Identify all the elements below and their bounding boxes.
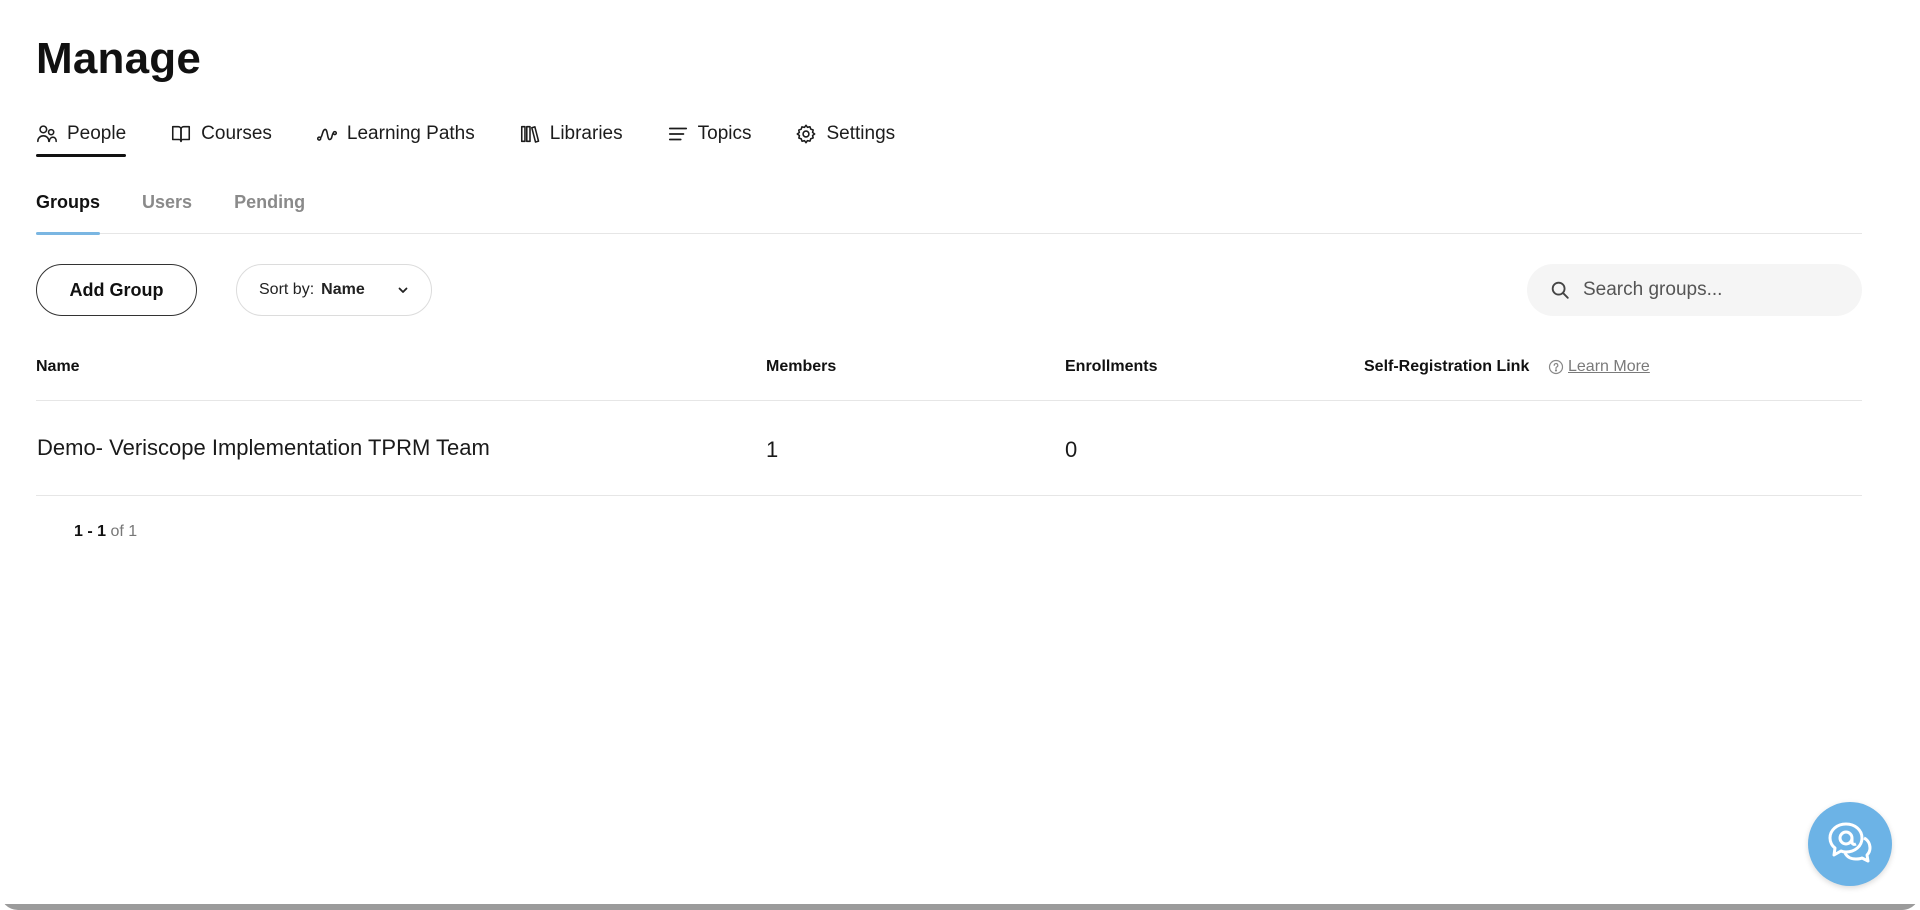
learn-more-link[interactable]: Learn More [1568, 358, 1650, 376]
main-nav: People Courses Learning Paths Libraries … [36, 117, 939, 157]
people-icon [36, 123, 58, 145]
nav-item-topics[interactable]: Topics [667, 117, 752, 151]
column-header-self-registration: Self-Registration Link [1364, 358, 1530, 375]
nav-item-people[interactable]: People [36, 117, 127, 157]
column-header-enrollments[interactable]: Enrollments [1065, 358, 1157, 376]
page-title: Manage [36, 34, 202, 83]
enrollments-cell: 0 [1065, 437, 1078, 462]
path-icon [316, 123, 338, 145]
nav-label-learning-paths: Learning Paths [346, 123, 475, 144]
members-cell: 1 [766, 437, 779, 462]
sort-dropdown[interactable]: Sort by: Name [236, 264, 432, 316]
tab-groups[interactable]: Groups [36, 192, 101, 235]
nav-item-learning-paths[interactable]: Learning Paths [316, 117, 475, 151]
sort-prefix-label: Sort by: [259, 281, 315, 298]
chat-support-button[interactable] [1808, 802, 1892, 886]
table-row[interactable]: Demo- Veriscope Implementation TPRM Team… [36, 401, 1862, 496]
column-header-members[interactable]: Members [766, 358, 836, 376]
pagination-summary: 1 - 1 of 1 [74, 523, 137, 541]
book-icon [170, 123, 192, 145]
tab-pending[interactable]: Pending [234, 192, 305, 234]
libraries-icon [519, 123, 541, 145]
pagination-range: 1 - 1 [74, 523, 107, 540]
help-icon [1548, 359, 1564, 375]
pagination-total: of 1 [110, 523, 138, 540]
gear-icon [795, 123, 817, 145]
learn-more: Learn More [1548, 358, 1650, 376]
sort-value: Name [321, 281, 365, 298]
nav-item-courses[interactable]: Courses [170, 117, 272, 151]
nav-label-courses: Courses [201, 123, 272, 144]
toolbar: Add Group Sort by: Name [36, 264, 1862, 316]
add-group-button[interactable]: Add Group [36, 264, 197, 316]
nav-label-settings: Settings [826, 123, 896, 144]
nav-label-libraries: Libraries [549, 123, 623, 144]
sub-tabs: Groups Users Pending [36, 192, 1862, 235]
chat-bubbles-icon [1824, 816, 1876, 873]
tab-users[interactable]: Users [142, 192, 192, 234]
nav-label-people: People [67, 123, 127, 144]
search-icon [1549, 279, 1571, 301]
table-header: Name Members Enrollments Self-Registrati… [36, 346, 1862, 401]
window-bottom-edge [0, 904, 1920, 910]
search-box [1527, 264, 1862, 316]
search-input[interactable] [1583, 279, 1843, 301]
chevron-down-icon [395, 282, 411, 298]
nav-item-settings[interactable]: Settings [795, 117, 895, 151]
nav-item-libraries[interactable]: Libraries [519, 117, 623, 151]
list-icon [667, 123, 689, 145]
column-header-name[interactable]: Name [36, 358, 80, 376]
nav-label-topics: Topics [697, 123, 752, 144]
group-name-cell[interactable]: Demo- Veriscope Implementation TPRM Team [37, 435, 490, 461]
app-frame: Manage People Courses Learning Paths Lib… [0, 0, 1920, 910]
groups-table: Name Members Enrollments Self-Registrati… [36, 346, 1862, 496]
